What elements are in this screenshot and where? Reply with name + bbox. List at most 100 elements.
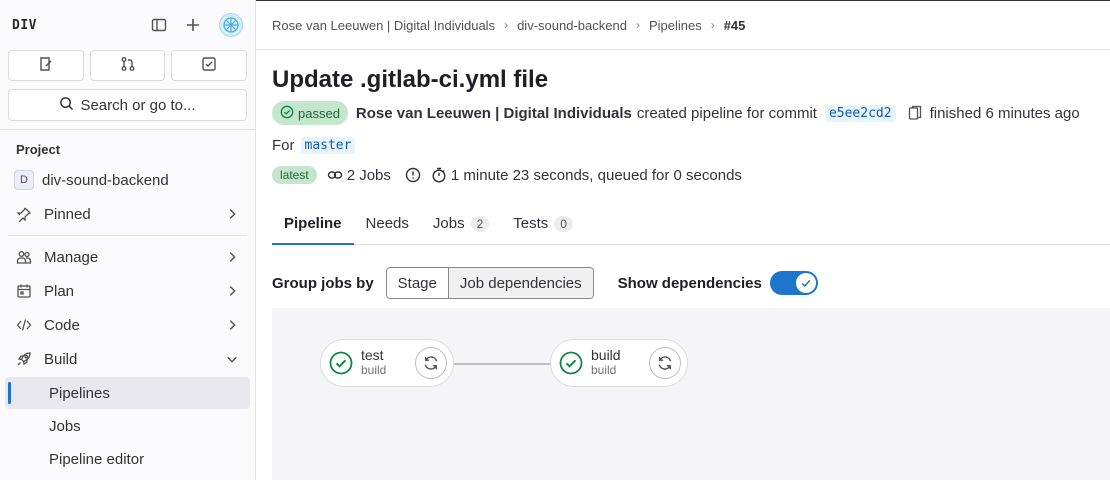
job-success-icon (559, 351, 583, 375)
plus-icon[interactable] (185, 17, 201, 33)
tab-count-badge: 0 (554, 215, 573, 232)
tab-label: Pipeline (284, 215, 342, 232)
tab-needs[interactable]: Needs (354, 203, 421, 244)
group-logo[interactable]: DIV (12, 18, 37, 33)
breadcrumb: Rose van Leeuwen | Digital Individuals ›… (256, 0, 1110, 50)
sidebar-subitem-pipeline-editor[interactable]: Pipeline editor (5, 443, 250, 475)
branch-link[interactable]: master (300, 136, 356, 154)
graph-controls: Group jobs by Stage Job dependencies Sho… (272, 267, 1110, 299)
jobs-count: 2 Jobs (346, 166, 391, 184)
job-stage: build (591, 363, 617, 377)
sidebar-subitem-jobs[interactable]: Jobs (5, 410, 250, 442)
search-label: Search or go to... (80, 96, 196, 114)
tab-jobs[interactable]: Jobs 2 (421, 203, 501, 244)
search-icon (59, 96, 74, 115)
project-name: div-sound-backend (42, 171, 169, 189)
job-stage: build (361, 363, 387, 377)
breadcrumb-separator-icon: › (504, 18, 509, 32)
sidebar-item-label: Manage (44, 248, 99, 266)
sidebar-item-code[interactable]: Code (0, 308, 255, 342)
group-by-segmented-control: Stage Job dependencies (385, 267, 594, 299)
rocket-icon (16, 351, 32, 367)
pipeline-ref-line: For master (272, 133, 1110, 157)
retry-icon[interactable] (649, 347, 681, 379)
for-label: For (272, 136, 295, 154)
breadcrumb-pipelines[interactable]: Pipelines (649, 18, 702, 33)
status-badge[interactable]: passed (272, 101, 348, 125)
sidebar-item-pinned[interactable]: Pinned (0, 197, 255, 231)
sidebar-section-title: Project (16, 142, 61, 157)
project-avatar: D (14, 170, 34, 190)
check-icon (795, 273, 816, 293)
page-title: Update .gitlab-ci.yml file (272, 66, 549, 93)
merge-requests-icon (120, 56, 136, 75)
sidebar-item-label: Build (44, 350, 78, 368)
finished-text: finished 6 minutes ago (929, 104, 1080, 122)
tab-label: Jobs (432, 215, 465, 232)
sidebar-item-manage[interactable]: Manage (0, 240, 255, 274)
group-by-dependencies-button[interactable]: Job dependencies (447, 268, 593, 298)
show-dependencies-toggle[interactable] (769, 271, 818, 295)
breadcrumb-current[interactable]: #45 (724, 18, 746, 33)
job-name: build (591, 347, 621, 363)
avatar[interactable] (219, 13, 243, 37)
breadcrumb-separator-icon: › (635, 18, 640, 32)
copy-icon[interactable] (908, 105, 922, 121)
breadcrumb-separator-icon: › (710, 18, 715, 32)
job-name: test (361, 347, 384, 363)
job-card-build[interactable]: build build (550, 339, 688, 387)
sidebar-item-label: Code (44, 316, 80, 334)
breadcrumb-project[interactable]: div-sound-backend (517, 18, 627, 33)
todo-icon (201, 56, 217, 75)
pin-icon (16, 206, 32, 222)
sidebar-item-plan[interactable]: Plan (0, 274, 255, 308)
status-success-icon (280, 105, 294, 122)
job-card-test[interactable]: test build (320, 339, 454, 387)
pipeline-meta-line: latest 2 Jobs 1 minute 23 seconds, queue… (272, 163, 1110, 187)
pipeline-graph: test build build build (272, 308, 1110, 480)
issues-button[interactable] (8, 50, 84, 81)
tab-count-badge: 2 (470, 215, 490, 232)
pipeline-header-info: passed Rose van Leeuwen | Digital Indivi… (272, 99, 1110, 127)
group-jobs-label: Group jobs by (272, 274, 374, 292)
left-sidebar: DIV Search or go to... Project D div-sou… (0, 0, 256, 480)
duration-text: 1 minute 23 seconds, queued for 0 second… (450, 166, 742, 184)
status-label: passed (298, 105, 340, 121)
users-icon (16, 249, 32, 265)
show-dependencies-label: Show dependencies (617, 274, 762, 292)
sidebar-item-label: Pinned (44, 205, 91, 223)
pipeline-tabs: Pipeline Needs Jobs 2 Tests 0 (272, 203, 1110, 245)
sidebar-item-build[interactable]: Build (0, 342, 255, 376)
commit-sha-link[interactable]: e5ee2cd2 (824, 104, 896, 122)
latest-badge: latest (272, 166, 317, 184)
calendar-icon (16, 283, 32, 299)
tab-label: Needs (365, 215, 409, 232)
todo-button[interactable] (171, 50, 248, 81)
sidebar-item-label: Plan (44, 282, 75, 300)
merge-requests-button[interactable] (89, 50, 166, 81)
retry-icon[interactable] (415, 347, 447, 379)
tab-label: Tests (513, 215, 549, 232)
main-content: Rose van Leeuwen | Digital Individuals ›… (256, 0, 1110, 480)
chevron-right-icon (225, 318, 239, 332)
chevron-right-icon (225, 207, 239, 221)
chevron-right-icon (225, 250, 239, 264)
status-info-icon (405, 167, 421, 183)
job-success-icon (329, 351, 353, 375)
breadcrumb-group[interactable]: Rose van Leeuwen | Digital Individuals (272, 18, 495, 33)
issues-icon (38, 56, 54, 75)
chevron-down-icon (225, 352, 239, 366)
tab-tests[interactable]: Tests 0 (501, 203, 585, 244)
jobs-link-icon (327, 167, 343, 183)
nav-divider (8, 235, 247, 236)
group-by-stage-button[interactable]: Stage (386, 268, 448, 298)
sidebar-toggle-icon[interactable] (151, 17, 167, 33)
created-text: created pipeline for commit (636, 104, 817, 122)
sidebar-header: DIV (0, 0, 255, 50)
sidebar-item-project[interactable]: D div-sound-backend (0, 163, 255, 197)
sidebar-subitem-pipelines[interactable]: Pipelines (5, 377, 250, 409)
job-dependency-line (454, 363, 552, 365)
tab-pipeline[interactable]: Pipeline (272, 203, 354, 245)
pipeline-author[interactable]: Rose van Leeuwen | Digital Individuals (356, 105, 632, 122)
search-button[interactable]: Search or go to... (8, 89, 247, 121)
